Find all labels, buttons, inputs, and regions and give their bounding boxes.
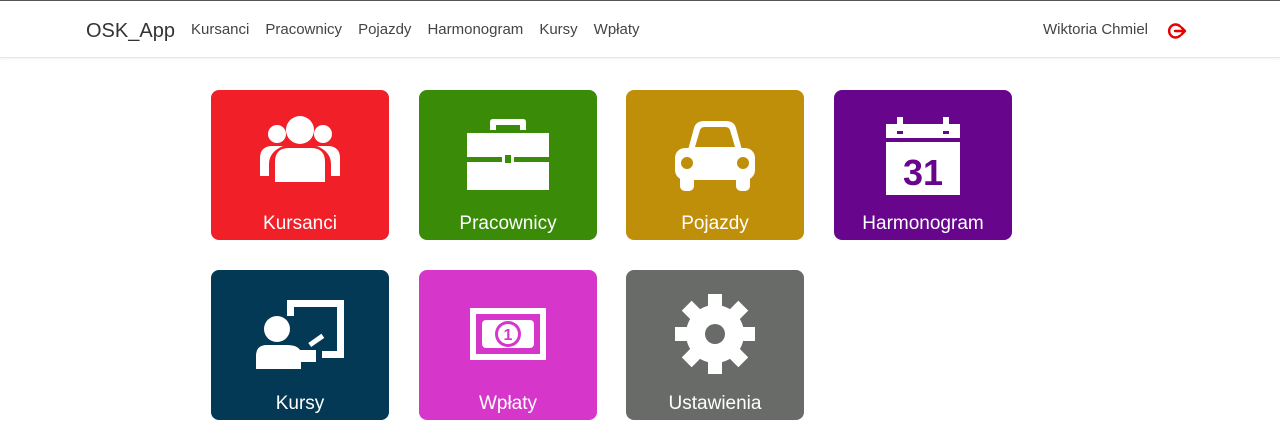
user-name[interactable]: Wiktoria Chmiel: [1043, 20, 1148, 40]
nav-kursanci[interactable]: Kursanci: [191, 20, 249, 40]
tile-ustawienia[interactable]: Ustawienia: [626, 270, 804, 420]
nav-pracownicy[interactable]: Pracownicy: [265, 20, 342, 40]
car-icon: [675, 121, 755, 191]
calendar-icon: 31: [886, 117, 960, 195]
top-navbar: OSK_App Kursanci Pracownicy Pojazdy Harm…: [0, 1, 1280, 58]
nav-kursy[interactable]: Kursy: [539, 20, 577, 40]
nav-wplaty[interactable]: Wpłaty: [594, 20, 640, 40]
gear-icon: [675, 294, 755, 374]
tile-label: Ustawienia: [668, 393, 762, 414]
tile-label: Pracownicy: [459, 213, 557, 234]
presentation-icon: [256, 300, 344, 369]
tile-label: Kursanci: [263, 213, 337, 234]
sign-out-icon[interactable]: [1167, 21, 1187, 41]
svg-text:31: 31: [903, 152, 943, 193]
tile-kursanci[interactable]: Kursanci: [211, 90, 389, 240]
tile-label: Pojazdy: [681, 213, 749, 234]
brand-link[interactable]: OSK_App: [86, 19, 175, 43]
tile-wplaty[interactable]: 1 Wpłaty: [419, 270, 597, 420]
svg-text:1: 1: [504, 327, 513, 344]
money-icon: 1: [470, 308, 546, 360]
nav-pojazdy[interactable]: Pojazdy: [358, 20, 411, 40]
tile-label: Harmonogram: [862, 213, 984, 234]
tile-pojazdy[interactable]: Pojazdy: [626, 90, 804, 240]
tile-label: Kursy: [275, 393, 325, 414]
tile-harmonogram[interactable]: 31 Harmonogram: [834, 90, 1012, 240]
nav-harmonogram[interactable]: Harmonogram: [427, 20, 523, 40]
nav-menu: Kursanci Pracownicy Pojazdy Harmonogram …: [191, 20, 640, 40]
tile-pracownicy[interactable]: Pracownicy: [419, 90, 597, 240]
briefcase-icon: [467, 119, 549, 190]
users-icon: [260, 116, 340, 182]
tile-kursy[interactable]: Kursy: [211, 270, 389, 420]
tile-label: Wpłaty: [478, 393, 538, 414]
